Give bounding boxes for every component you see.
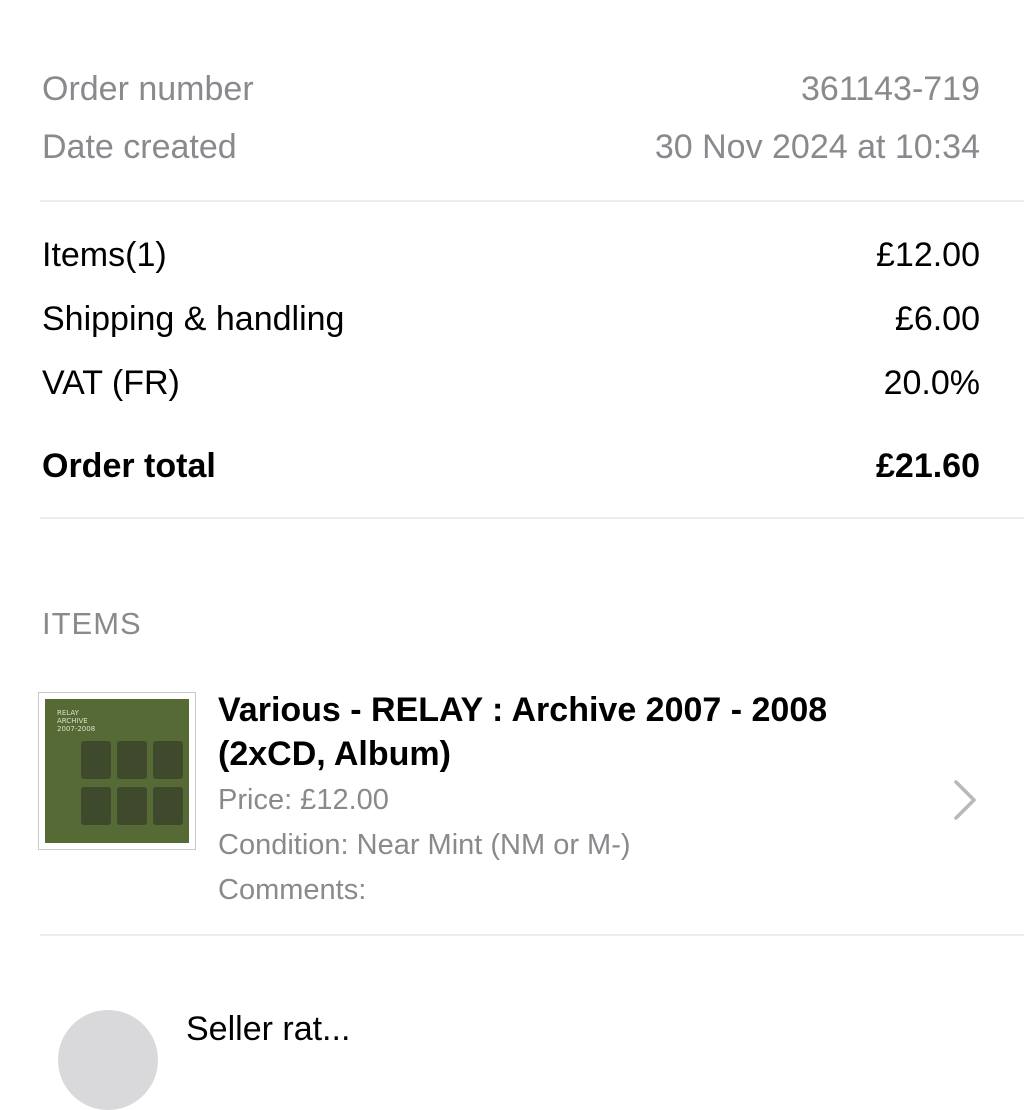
seller-avatar[interactable]	[58, 1010, 158, 1110]
order-total-value: £21.60	[876, 446, 980, 485]
vat-value: 20.0%	[883, 363, 980, 402]
cover-title: RELAY ARCHIVE 2007-2008	[57, 709, 96, 733]
order-number-label: Order number	[42, 69, 254, 108]
shipping-value: £6.00	[894, 299, 980, 338]
items-subtotal-value: £12.00	[876, 235, 980, 274]
item-comments: Comments:	[218, 874, 367, 906]
order-number-value: 361143-719	[801, 69, 980, 108]
order-total-label: Order total	[42, 446, 216, 485]
item-condition: Condition: Near Mint (NM or M-)	[218, 829, 631, 861]
date-created-row: Date created 30 Nov 2024 at 10:34	[42, 125, 980, 169]
list-item[interactable]: RELAY ARCHIVE 2007-2008 Various - RELAY …	[38, 688, 1024, 918]
shipping-label: Shipping & handling	[42, 299, 345, 338]
album-cover-image: RELAY ARCHIVE 2007-2008	[38, 692, 196, 850]
item-price: Price: £12.00	[218, 784, 389, 816]
vat-label: VAT (FR)	[42, 363, 180, 402]
order-number-row: Order number 361143-719	[42, 67, 980, 111]
divider	[40, 934, 1024, 936]
seller-label: Seller rat...	[186, 1010, 351, 1048]
vat-row: VAT (FR) 20.0%	[42, 360, 980, 406]
items-count-row: Items(1) £12.00	[42, 232, 980, 278]
divider	[40, 517, 1024, 519]
chevron-right-icon[interactable]	[952, 780, 978, 820]
date-created-value: 30 Nov 2024 at 10:34	[654, 127, 980, 166]
items-section-header: ITEMS	[42, 606, 142, 641]
date-created-label: Date created	[42, 127, 237, 166]
items-count-label: Items(1)	[42, 235, 167, 274]
order-total-row: Order total £21.60	[42, 443, 980, 489]
divider	[40, 200, 1024, 202]
item-title: Various - RELAY : Archive 2007 - 2008 (2…	[218, 691, 828, 773]
shipping-row: Shipping & handling £6.00	[42, 296, 980, 342]
